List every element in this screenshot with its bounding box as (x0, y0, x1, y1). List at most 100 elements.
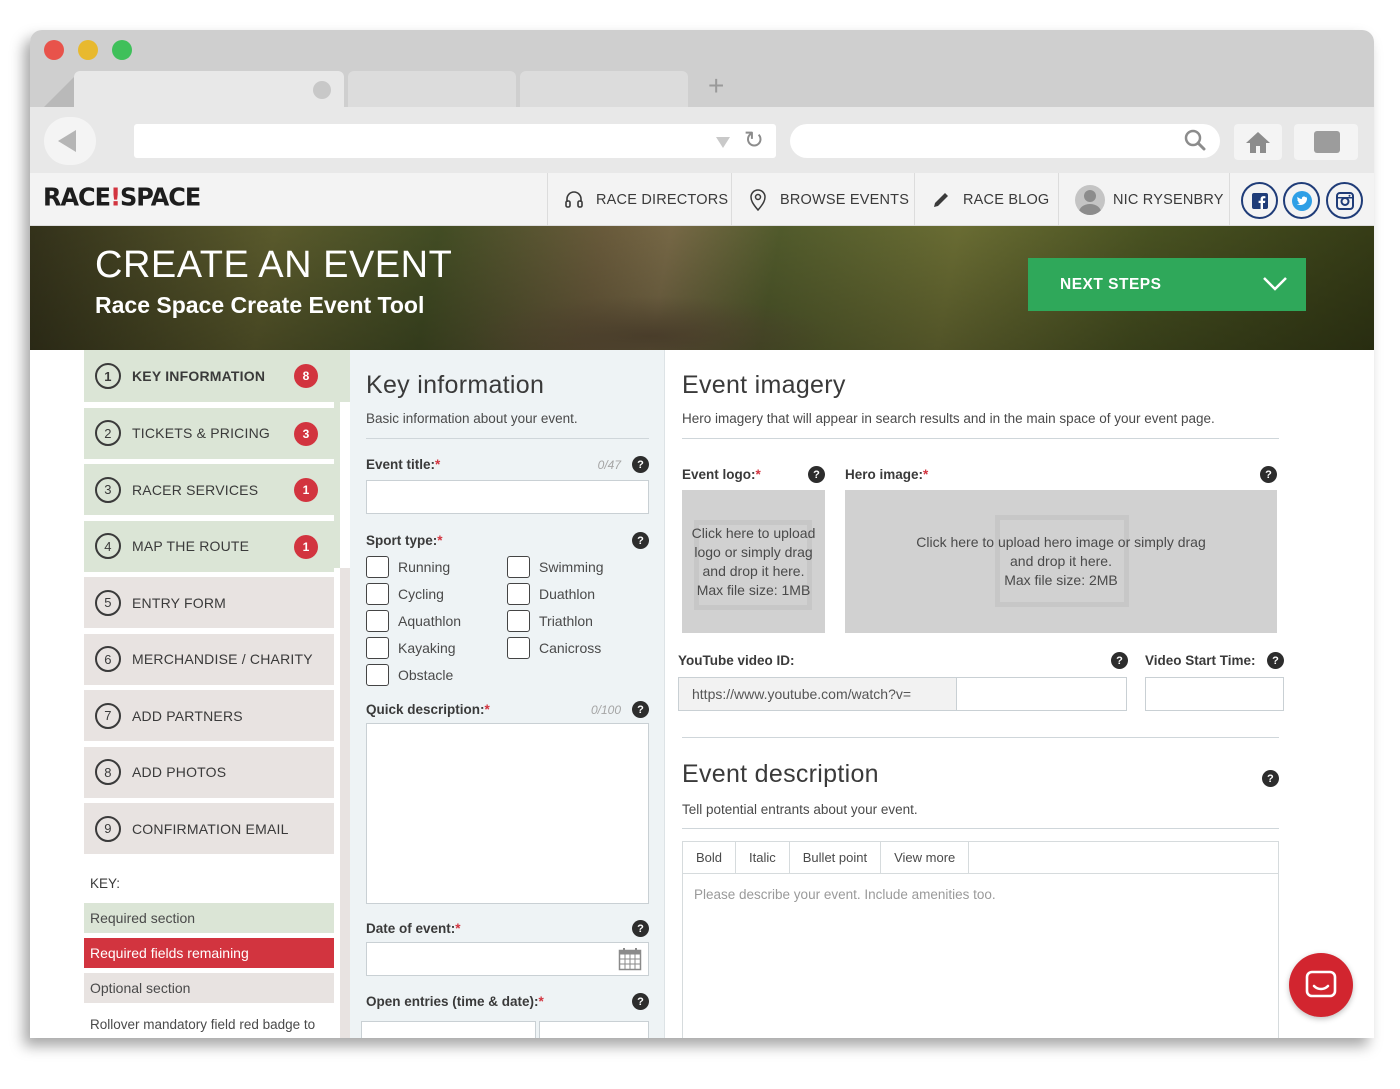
checkbox-label: Cycling (398, 586, 444, 602)
close-window-button[interactable] (44, 40, 64, 60)
logo-upload-dropzone[interactable]: Click here to upload logo or simply drag… (682, 490, 825, 633)
checkbox[interactable] (507, 637, 530, 659)
event-title-input[interactable] (366, 480, 649, 514)
sidebar-step-tickets-pricing[interactable]: 2 TICKETS & PRICING 3 (84, 407, 334, 459)
step-label: ADD PHOTOS (132, 764, 227, 780)
chat-launcher-button[interactable] (1289, 953, 1353, 1017)
help-icon[interactable]: ? (1267, 652, 1284, 669)
home-button[interactable] (1234, 124, 1282, 160)
remaining-badge[interactable]: 8 (294, 364, 318, 388)
checkbox[interactable] (507, 610, 530, 632)
help-icon[interactable]: ? (632, 532, 649, 549)
back-button[interactable] (44, 117, 96, 165)
race-space-logo[interactable]: RACE!SPACE (43, 182, 201, 212)
checkbox-triathlon[interactable]: Triathlon (507, 610, 649, 632)
facebook-link[interactable] (1241, 182, 1278, 219)
required-star: * (484, 702, 490, 717)
help-icon[interactable]: ? (808, 466, 825, 483)
maximize-window-button[interactable] (112, 40, 132, 60)
video-start-label: Video Start Time: (1145, 653, 1256, 668)
help-icon[interactable]: ? (1262, 770, 1279, 787)
reload-icon[interactable]: ↻ (744, 126, 764, 155)
logo-runner-icon: ! (110, 182, 121, 212)
video-start-time-input[interactable] (1145, 677, 1284, 711)
extension-button[interactable] (1294, 124, 1358, 160)
youtube-id-field[interactable]: https://www.youtube.com/watch?v= (678, 677, 1127, 711)
checkbox-aquathlon[interactable]: Aquathlon (366, 610, 507, 632)
nav-race-directors[interactable]: RACE DIRECTORS (547, 173, 731, 226)
help-icon[interactable]: ? (632, 701, 649, 718)
help-icon[interactable]: ? (1260, 466, 1277, 483)
checkbox[interactable] (366, 556, 389, 578)
description-editor-input[interactable]: Please describe your event. Include amen… (683, 874, 1278, 915)
step-label: ADD PARTNERS (132, 707, 243, 724)
help-icon[interactable]: ? (632, 456, 649, 473)
site-header: RACE!SPACE RACE DIRECTORS BROWSE EVENTS … (30, 173, 1374, 226)
home-icon (1246, 132, 1270, 153)
sidebar-step-entry-form[interactable]: 5 ENTRY FORM (84, 577, 334, 628)
sidebar-step-add-partners[interactable]: 7 ADD PARTNERS (84, 690, 334, 741)
sidebar-step-merchandise-charity[interactable]: 6 MERCHANDISE / CHARITY (84, 633, 334, 685)
browser-search-input[interactable] (790, 124, 1220, 158)
step-label: KEY INFORMATION (132, 368, 266, 384)
help-icon[interactable]: ? (632, 920, 649, 937)
step-label: CONFIRMATION EMAIL (132, 820, 289, 837)
help-icon[interactable]: ? (1111, 652, 1128, 669)
step-number: 9 (95, 815, 121, 842)
sidebar-step-map-route[interactable]: 4 MAP THE ROUTE 1 (84, 520, 334, 572)
sidebar-step-key-information[interactable]: 1 KEY INFORMATION 8 (84, 350, 350, 402)
checkbox-cycling[interactable]: Cycling (366, 583, 507, 605)
sidebar-step-confirmation-email[interactable]: 9 CONFIRMATION EMAIL (84, 803, 334, 854)
open-entries-date-input[interactable] (361, 1021, 536, 1038)
checkbox[interactable] (366, 664, 389, 686)
checkbox-swimming[interactable]: Swimming (507, 556, 649, 578)
checkbox-obstacle[interactable]: Obstacle (366, 664, 507, 686)
browser-tab[interactable] (348, 71, 516, 107)
italic-button[interactable]: Italic (736, 842, 790, 873)
hero-upload-dropzone[interactable]: Click here to upload hero image or simpl… (845, 490, 1277, 633)
minimize-window-button[interactable] (78, 40, 98, 60)
nav-race-blog[interactable]: RACE BLOG (914, 173, 1058, 226)
calendar-icon[interactable] (618, 947, 642, 971)
checkbox[interactable] (366, 610, 389, 632)
sidebar-step-add-photos[interactable]: 8 ADD PHOTOS (84, 746, 334, 798)
step-number: 4 (95, 533, 121, 559)
checkbox[interactable] (366, 583, 389, 605)
hero-image-label: Hero image: * ? (845, 466, 1277, 483)
dropdown-icon[interactable] (716, 137, 730, 148)
nav-user-profile[interactable]: NIC RYSENBRY (1058, 173, 1230, 226)
help-icon[interactable]: ? (632, 993, 649, 1010)
browser-tab-active[interactable] (74, 71, 344, 107)
instagram-link[interactable] (1326, 182, 1363, 219)
tab-close-icon[interactable] (313, 81, 331, 99)
checkbox-duathlon[interactable]: Duathlon (507, 583, 649, 605)
twitter-link[interactable] (1283, 182, 1320, 219)
key-optional-section: Optional section (84, 973, 334, 1003)
address-bar[interactable]: ↻ (134, 124, 776, 158)
new-tab-button[interactable]: + (708, 72, 724, 100)
date-of-event-input[interactable] (366, 942, 649, 976)
next-steps-dropdown[interactable]: NEXT STEPS (1028, 258, 1306, 311)
step-number: 1 (95, 363, 121, 389)
bold-button[interactable]: Bold (683, 842, 737, 873)
checkbox[interactable] (507, 583, 530, 605)
open-entries-time-input[interactable] (538, 1021, 649, 1038)
checkbox[interactable] (366, 637, 389, 659)
checkbox-canicross[interactable]: Canicross (507, 637, 649, 659)
checkbox-kayaking[interactable]: Kayaking (366, 637, 507, 659)
key-heading: KEY: (90, 876, 121, 891)
bullet-point-button[interactable]: Bullet point (790, 842, 882, 873)
remaining-badge[interactable]: 3 (294, 421, 318, 446)
browser-tab[interactable] (520, 71, 688, 107)
remaining-badge[interactable]: 1 (294, 478, 318, 502)
checkbox-label: Triathlon (539, 613, 593, 629)
search-icon (1184, 129, 1206, 151)
quick-description-textarea[interactable] (366, 723, 649, 904)
checkbox[interactable] (507, 556, 530, 578)
sidebar-scrollbar[interactable] (340, 568, 350, 1038)
remaining-badge[interactable]: 1 (294, 534, 318, 559)
checkbox-running[interactable]: Running (366, 556, 507, 578)
nav-browse-events[interactable]: BROWSE EVENTS (731, 173, 914, 226)
sidebar-step-racer-services[interactable]: 3 RACER SERVICES 1 (84, 464, 334, 515)
view-more-button[interactable]: View more (881, 842, 970, 873)
